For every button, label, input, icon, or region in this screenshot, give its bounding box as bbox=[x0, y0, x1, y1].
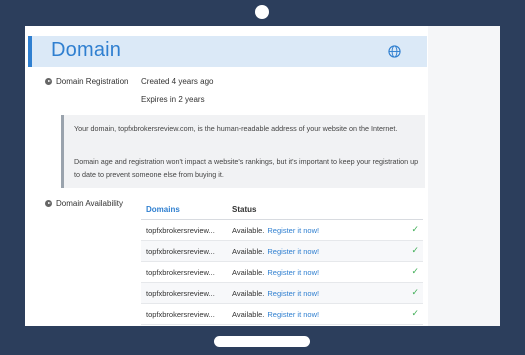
check-icon: ✓ bbox=[411, 308, 419, 318]
domain-cell: topfxbrokersreview... bbox=[146, 246, 215, 256]
screen: Domain Domain Registration Created 4 yea… bbox=[25, 26, 500, 326]
notice-paragraph-2: Domain age and registration won't impact… bbox=[74, 157, 419, 179]
domain-cell: topfxbrokersreview... bbox=[146, 309, 215, 319]
globe-icon[interactable] bbox=[388, 45, 401, 58]
section-header: Domain bbox=[28, 36, 427, 67]
register-link[interactable]: Register it now! bbox=[267, 310, 319, 319]
column-domains: Domains bbox=[146, 204, 180, 214]
register-link[interactable]: Register it now! bbox=[267, 247, 319, 256]
notice-paragraph-1: Your domain, topfxbrokersreview.com, is … bbox=[74, 124, 398, 133]
register-link[interactable]: Register it now! bbox=[267, 289, 319, 298]
table-row: topfxbrokersreview... Available. Registe… bbox=[141, 283, 423, 304]
status-cell: Available. bbox=[232, 246, 265, 256]
registration-label: Domain Registration bbox=[56, 77, 129, 86]
status-cell: Available. bbox=[232, 288, 265, 298]
status-cell: Available. bbox=[232, 309, 265, 319]
register-link[interactable]: Register it now! bbox=[267, 268, 319, 277]
column-status: Status bbox=[232, 204, 257, 214]
domain-cell: topfxbrokersreview... bbox=[146, 288, 215, 298]
check-icon: ✓ bbox=[411, 245, 419, 255]
availability-table: Domains Status topfxbrokersreview... Ava… bbox=[141, 199, 423, 325]
device-camera bbox=[255, 5, 269, 19]
register-link[interactable]: Register it now! bbox=[267, 226, 319, 235]
check-icon: ✓ bbox=[411, 224, 419, 234]
expires-text: Expires in 2 years bbox=[141, 95, 205, 104]
section-title: Domain bbox=[51, 39, 122, 61]
table-row: topfxbrokersreview... Available. Registe… bbox=[141, 220, 423, 241]
table-row: topfxbrokersreview... Available. Registe… bbox=[141, 241, 423, 262]
registration-label-row: Domain Registration bbox=[45, 77, 128, 86]
check-icon: ✓ bbox=[411, 266, 419, 276]
domain-cell: topfxbrokersreview... bbox=[146, 225, 215, 235]
right-gutter bbox=[428, 26, 500, 326]
table-row: topfxbrokersreview... Available. Registe… bbox=[141, 262, 423, 283]
check-icon: ✓ bbox=[411, 287, 419, 297]
status-cell: Available. bbox=[232, 267, 265, 277]
table-body: topfxbrokersreview... Available. Registe… bbox=[141, 220, 423, 325]
availability-label-row: Domain Availability bbox=[45, 199, 123, 208]
created-text: Created 4 years ago bbox=[141, 77, 214, 86]
domain-cell: topfxbrokersreview... bbox=[146, 267, 215, 277]
availability-label: Domain Availability bbox=[56, 199, 123, 208]
domain-notice: Your domain, topfxbrokersreview.com, is … bbox=[61, 115, 425, 188]
status-cell: Available. bbox=[232, 225, 265, 235]
table-header: Domains Status bbox=[141, 199, 423, 220]
play-dot-icon bbox=[45, 200, 52, 207]
play-dot-icon bbox=[45, 78, 52, 85]
home-indicator bbox=[214, 336, 310, 347]
table-row: topfxbrokersreview... Available. Registe… bbox=[141, 304, 423, 325]
